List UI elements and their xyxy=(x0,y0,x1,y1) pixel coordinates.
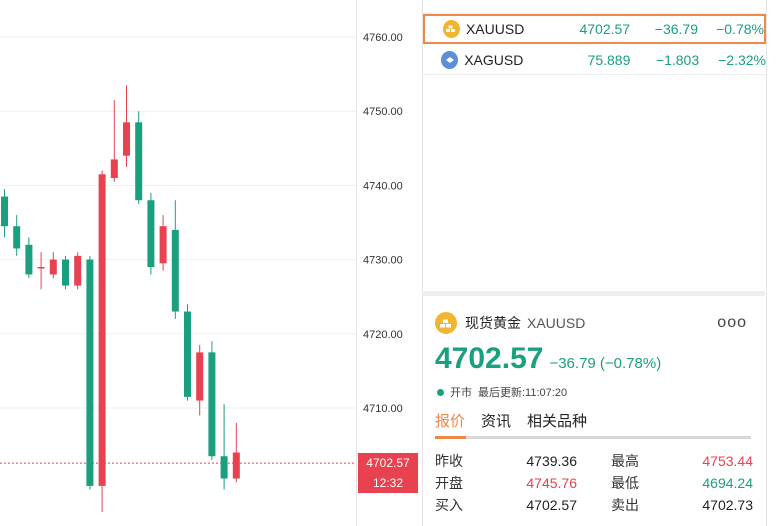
tab-news[interactable]: 资讯 xyxy=(481,410,511,431)
last-updated: 最后更新:11:07:20 xyxy=(478,387,568,399)
gold-coin-icon xyxy=(443,20,460,38)
instrument-header: 现货黄金 XAUUSD xyxy=(435,312,585,334)
watchlist-change: −1.803 xyxy=(655,51,700,68)
quote-table: 昨收 4739.36 最高 4753.44 开盘 4745.76 最低 4694… xyxy=(435,450,753,516)
candle-body xyxy=(196,352,204,401)
watchlist-panel: XAUUSD 4702.57 −36.79 −0.78% XAGUSD 75.8… xyxy=(422,0,766,292)
y-tick-label: 4710.00 xyxy=(363,403,403,415)
current-price-tag-value: 4702.57 xyxy=(366,456,410,470)
instrument-symbol: XAUUSD xyxy=(527,315,586,331)
candle-body xyxy=(135,122,143,201)
watchlist-percent: −0.78% xyxy=(716,21,764,37)
watchlist-row-partial[interactable] xyxy=(423,0,766,14)
y-tick-label: 4730.00 xyxy=(363,255,403,267)
last-price: 4702.57 xyxy=(435,342,544,375)
more-options-icon[interactable]: ooo xyxy=(717,314,747,332)
high-value: 4753.44 xyxy=(702,453,753,469)
prev-close-value: 4739.36 xyxy=(526,453,577,469)
tab-indicator-track xyxy=(435,436,751,439)
quote-label: 买入 xyxy=(435,497,463,513)
y-tick-label: 4750.00 xyxy=(363,106,403,118)
watchlist-row-xagusd[interactable]: XAGUSD 75.889 −1.803 −2.32% xyxy=(423,45,766,75)
watchlist-symbol: XAGUSD xyxy=(464,51,524,68)
ask-value: 4702.73 xyxy=(702,497,753,513)
watchlist-symbol: XAUUSD xyxy=(465,21,525,37)
quote-label: 开盘 xyxy=(435,475,463,491)
candlestick-chart[interactable]: 4760.00 4750.00 4740.00 4730.00 4720.00 4710.… xyxy=(0,0,420,526)
detail-tabs: 报价 资讯 相关品种 xyxy=(435,410,603,431)
market-open-dot-icon xyxy=(437,388,444,396)
y-tick-label: 4760.00 xyxy=(363,32,403,44)
candle-body xyxy=(98,174,106,486)
low-value: 4694.24 xyxy=(702,475,753,491)
quote-row: 买入 4702.57 卖出 4702.73 xyxy=(435,494,753,516)
candle-body xyxy=(208,352,216,457)
watchlist-row-xauusd[interactable]: XAUUSD 4702.57 −36.79 −0.78% xyxy=(423,14,766,44)
cut-off-side-panel xyxy=(766,0,776,526)
quote-label: 最低 xyxy=(611,475,639,491)
bid-value: 4702.57 xyxy=(526,497,577,513)
quote-row: 开盘 4745.76 最低 4694.24 xyxy=(435,472,753,494)
market-status-label: 开市 xyxy=(450,387,472,399)
candle-body xyxy=(86,259,94,486)
tab-indicator xyxy=(435,436,466,439)
candle-body xyxy=(13,226,21,249)
price-change: −36.79 (−0.78%) xyxy=(549,355,662,372)
candle-body xyxy=(110,159,118,178)
candle-body xyxy=(232,452,240,479)
y-tick-label: 4720.00 xyxy=(363,329,403,341)
watchlist-change: −36.79 xyxy=(654,21,698,37)
y-tick-label: 4740.00 xyxy=(363,180,403,192)
candle-body xyxy=(74,255,82,286)
quote-row: 昨收 4739.36 最高 4753.44 xyxy=(435,450,753,472)
open-value: 4745.76 xyxy=(526,475,577,491)
price-row: 4702.57 −36.79 (−0.78%) xyxy=(435,342,661,376)
chart-canvas[interactable]: 4760.00 4750.00 4740.00 4730.00 4720.00 4710.… xyxy=(0,0,420,526)
tab-related[interactable]: 相关品种 xyxy=(527,410,587,431)
watchlist-price: 4702.57 xyxy=(579,21,631,37)
candle-body xyxy=(49,259,57,275)
candle-body xyxy=(123,122,130,156)
candle-body xyxy=(25,244,33,275)
candle-body xyxy=(184,311,191,397)
candle-body xyxy=(159,226,167,264)
instrument-name: 现货黄金 xyxy=(465,315,521,331)
watchlist-percent: −2.32% xyxy=(718,51,766,68)
candle-body xyxy=(147,200,155,268)
market-status: 开市 最后更新:11:07:20 xyxy=(437,384,573,400)
candle-body xyxy=(220,456,228,479)
candle-body xyxy=(1,196,8,227)
candle-countdown: 12:32 xyxy=(372,476,404,490)
quote-label: 昨收 xyxy=(435,453,463,469)
candle-body xyxy=(37,267,45,269)
candle-body xyxy=(62,259,69,286)
tab-quote[interactable]: 报价 xyxy=(435,410,465,431)
quote-label: 卖出 xyxy=(611,497,639,513)
quote-label: 最高 xyxy=(611,453,639,469)
instrument-detail-panel: 现货黄金 XAUUSD ooo 4702.57 −36.79 (−0.78%) … xyxy=(422,296,765,526)
candle-body xyxy=(171,229,179,312)
current-price-tag: 4702.57 12:32 xyxy=(358,453,418,493)
gold-bars-icon xyxy=(435,312,457,334)
silver-coin-icon xyxy=(441,50,459,69)
watchlist-price: 75.889 xyxy=(587,51,631,68)
